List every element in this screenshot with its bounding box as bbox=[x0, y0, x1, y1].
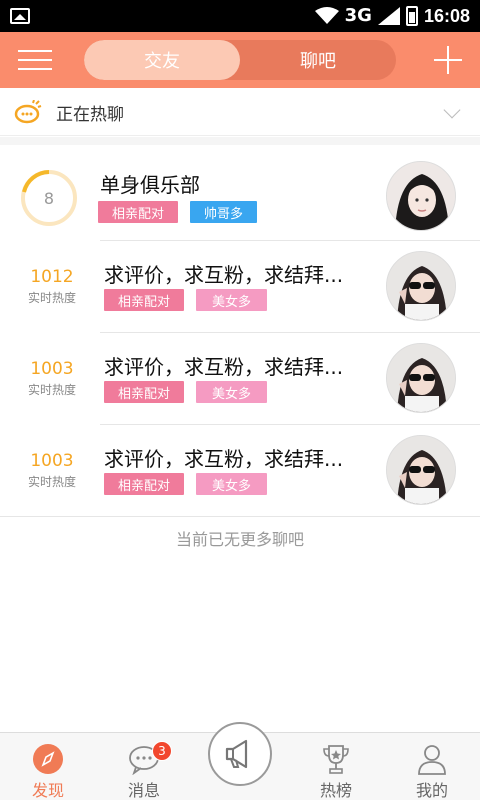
menu-icon[interactable] bbox=[18, 48, 52, 72]
broadcast-button[interactable] bbox=[208, 722, 272, 786]
network-type: 3G bbox=[344, 5, 372, 26]
top-header: 交友 聊吧 bbox=[0, 32, 480, 88]
image-notification-icon bbox=[10, 8, 30, 24]
tab-switcher: 交友 聊吧 bbox=[84, 40, 396, 80]
battery-icon bbox=[405, 6, 418, 26]
heat-label: 实时热度 bbox=[27, 475, 76, 489]
heat-value: 1003 bbox=[30, 359, 74, 379]
nav-discover[interactable]: 发现 bbox=[0, 733, 96, 800]
list-item[interactable]: 1012 实时热度 求评价，求互粉，求结拜... 相亲配对 美女多 bbox=[0, 241, 480, 333]
room-title: 求评价，求互粉，求结拜... bbox=[104, 447, 344, 471]
avatar[interactable] bbox=[386, 161, 456, 231]
list-end-message: 当前已无更多聊吧 bbox=[175, 530, 304, 549]
megaphone-icon bbox=[225, 739, 248, 769]
heat-label: 实时热度 bbox=[27, 383, 76, 397]
unread-badge: 3 bbox=[152, 741, 172, 761]
nav-label: 发现 bbox=[31, 781, 64, 800]
chevron-down-icon[interactable] bbox=[443, 101, 461, 119]
ring-value: 8 bbox=[43, 188, 55, 208]
hot-chatting-label: 正在热聊 bbox=[56, 105, 124, 125]
list-item[interactable]: 1003 实时热度 求评价，求互粉，求结拜... 相亲配对 美女多 bbox=[0, 333, 480, 425]
tag: 相亲配对 bbox=[104, 381, 185, 403]
clock: 16:08 bbox=[423, 6, 470, 26]
heat-label: 实时热度 bbox=[27, 291, 76, 305]
compass-icon bbox=[33, 744, 63, 774]
tag: 美女多 bbox=[196, 381, 268, 403]
list-item[interactable]: 1003 实时热度 求评价，求互粉，求结拜... 相亲配对 美女多 bbox=[0, 425, 480, 517]
wifi-icon bbox=[314, 7, 339, 24]
room-title: 求评价，求互粉，求结拜... bbox=[104, 355, 344, 379]
tab-friends[interactable]: 交友 bbox=[84, 40, 240, 80]
person-icon bbox=[418, 745, 446, 775]
tag: 相亲配对 bbox=[104, 473, 185, 495]
chat-room-list: 8 单身俱乐部 相亲配对 帅哥多 1012 实时热度 求评价，求互粉，求结拜..… bbox=[0, 145, 480, 517]
tab-chat-bar[interactable]: 聊吧 bbox=[240, 40, 396, 80]
heat-value: 1003 bbox=[30, 451, 74, 471]
tag: 美女多 bbox=[196, 289, 268, 311]
nav-label: 热榜 bbox=[319, 781, 352, 800]
add-icon[interactable] bbox=[434, 46, 462, 74]
heat-value: 1012 bbox=[30, 267, 74, 287]
nav-rankings[interactable]: 热榜 bbox=[288, 733, 384, 800]
hot-chatting-bar[interactable]: 正在热聊 bbox=[0, 88, 480, 136]
chat-hot-icon bbox=[14, 100, 42, 124]
tag: 相亲配对 bbox=[104, 289, 185, 311]
room-title: 单身俱乐部 bbox=[100, 173, 200, 197]
nav-messages[interactable]: 3 消息 bbox=[96, 733, 192, 800]
nav-profile[interactable]: 我的 bbox=[384, 733, 480, 800]
signal-icon bbox=[377, 7, 400, 25]
nav-label: 我的 bbox=[415, 781, 448, 800]
list-item-featured[interactable]: 8 单身俱乐部 相亲配对 帅哥多 bbox=[0, 145, 480, 241]
divider bbox=[0, 516, 480, 517]
avatar[interactable] bbox=[386, 343, 456, 413]
trophy-icon bbox=[323, 745, 349, 774]
avatar[interactable] bbox=[386, 435, 456, 505]
tag: 帅哥多 bbox=[190, 201, 258, 223]
tag: 相亲配对 bbox=[98, 201, 179, 223]
avatar[interactable] bbox=[386, 251, 456, 321]
room-title: 求评价，求互粉，求结拜... bbox=[104, 263, 344, 287]
status-bar: 3G 16:08 bbox=[0, 0, 480, 32]
section-gap bbox=[0, 137, 480, 145]
tag: 美女多 bbox=[196, 473, 268, 495]
nav-label: 消息 bbox=[127, 781, 160, 800]
